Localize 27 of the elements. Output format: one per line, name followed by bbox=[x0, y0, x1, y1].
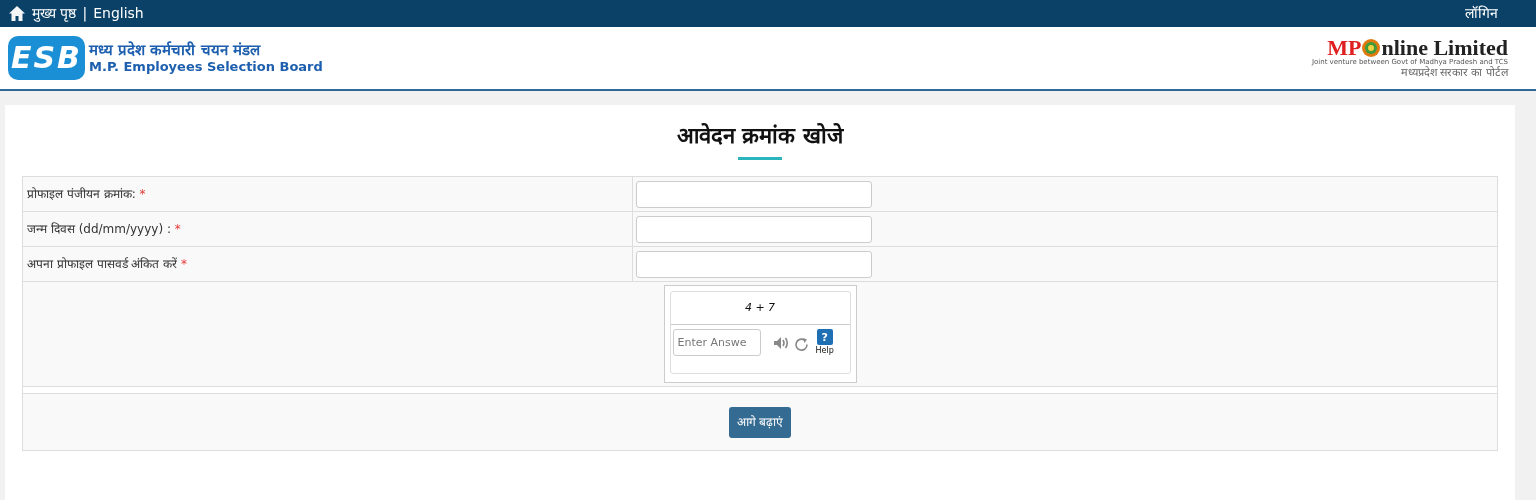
text-input[interactable] bbox=[636, 180, 872, 208]
field-label: जन्म दिवस (dd/mm/yyyy) : * bbox=[27, 221, 181, 238]
submit-button[interactable]: आगे बढ़ाएं bbox=[728, 406, 792, 438]
login-link[interactable]: लॉगिन bbox=[1465, 3, 1498, 24]
partner-logo-name: nline Limited bbox=[1381, 36, 1508, 59]
home-icon bbox=[8, 5, 26, 22]
board-name-english: M.P. Employees Selection Board bbox=[89, 59, 323, 76]
page-title: आवेदन क्रमांक खोजे bbox=[676, 122, 844, 150]
separator: | bbox=[82, 4, 88, 24]
field-label: प्रोफाइल पंजीयन क्रमांक: * bbox=[27, 186, 146, 203]
language-link[interactable]: English bbox=[93, 3, 144, 24]
board-name-hindi: मध्य प्रदेश कर्मचारी चयन मंडल bbox=[89, 40, 262, 60]
help-label: Help bbox=[815, 345, 834, 357]
title-underline bbox=[738, 157, 782, 160]
esb-logo: ESB bbox=[8, 36, 85, 80]
captcha-question: 4 + 7 bbox=[744, 299, 776, 316]
captcha-answer-field[interactable]: Enter Answe bbox=[672, 329, 761, 356]
text-input[interactable] bbox=[636, 250, 872, 278]
partner-logo-mp: MP bbox=[1327, 36, 1362, 59]
speaker-icon[interactable] bbox=[772, 336, 790, 350]
refresh-icon[interactable] bbox=[793, 337, 809, 352]
field-label: अपना प्रोफाइल पासवर्ड अंकित करें * bbox=[27, 256, 188, 273]
text-input[interactable] bbox=[636, 215, 872, 243]
home-link[interactable]: मुख्य पृष्ठ bbox=[8, 3, 77, 24]
partner-hindi-tagline: मध्यप्रदेश सरकार का पोर्टल bbox=[1400, 65, 1508, 80]
emblem-icon bbox=[1361, 37, 1382, 58]
help-button[interactable]: ? bbox=[816, 329, 833, 345]
